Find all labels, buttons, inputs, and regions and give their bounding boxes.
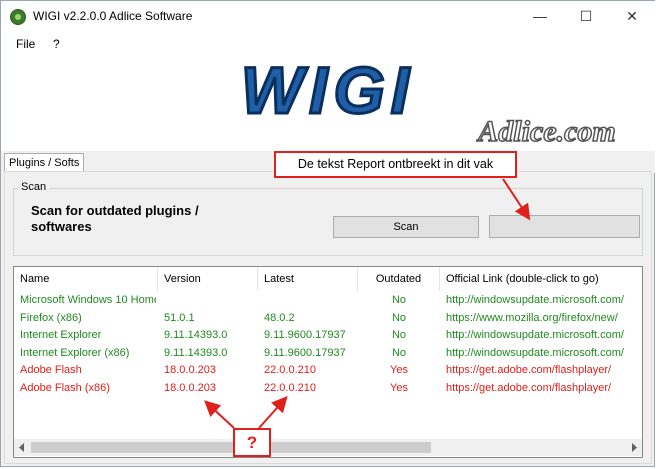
cell-version: 9.11.14393.0 xyxy=(164,346,228,359)
cell-latest: 9.11.9600.17937 xyxy=(264,329,346,341)
cell-outdated: No xyxy=(391,311,407,324)
menu-file[interactable]: File xyxy=(16,37,35,51)
table-row[interactable]: Firefox (x86) 51.0.1 48.0.2 No https://www.m… xyxy=(14,310,642,327)
cell-outdated: Yes xyxy=(390,381,408,394)
annotation-question-mark: ? xyxy=(233,428,271,457)
app-icon xyxy=(10,9,26,25)
banner-logo: WIGI Adlice.com xyxy=(239,52,616,149)
table-row[interactable]: Adobe Flash 18.0.0.203 22.0.0.210 Yes https:… xyxy=(14,362,642,379)
column-header-name[interactable]: Name xyxy=(14,267,158,291)
table-row[interactable]: Adobe Flash (x86) 18.0.0.203 22.0.0.210 Yes… xyxy=(14,380,642,397)
report-button[interactable] xyxy=(489,215,640,238)
table-row[interactable]: Internet Explorer (x86) 9.11.14393.0 9.11.… xyxy=(14,345,642,362)
cell-name: Microsoft Windows 10 Home xyxy=(20,294,156,306)
cell-link[interactable]: https://www.mozilla.org/firefox/new/ xyxy=(446,310,642,327)
cell-latest: 22.0.0.210 xyxy=(264,381,316,394)
cell-link[interactable]: https://get.adobe.com/flashplayer/ xyxy=(446,362,642,379)
scroll-right-icon[interactable] xyxy=(625,439,642,456)
cell-link[interactable]: http://windowsupdate.microsoft.com/ xyxy=(446,345,642,362)
cell-version: 18.0.0.203 xyxy=(164,364,216,376)
cell-outdated: Yes xyxy=(390,364,408,376)
plugins-list[interactable]: Name Version Latest Outdated Official Li… xyxy=(13,266,643,458)
table-row[interactable]: Microsoft Windows 10 Home No http://window… xyxy=(14,292,642,309)
cell-version: 51.0.1 xyxy=(164,311,195,324)
cell-name: Firefox (x86) xyxy=(20,311,82,324)
banner: WIGI Adlice.com xyxy=(1,52,655,151)
close-button[interactable]: ✕ xyxy=(609,1,655,31)
title-bar[interactable]: WIGI v2.2.0.0 Adlice Software — ☐ ✕ xyxy=(1,1,655,32)
adlice-brand-text: Adlice.com xyxy=(476,115,615,148)
minimize-button[interactable]: — xyxy=(517,1,563,31)
horizontal-scrollbar[interactable] xyxy=(14,439,642,456)
app-window: WIGI v2.2.0.0 Adlice Software — ☐ ✕ File… xyxy=(0,0,655,467)
menu-bar: File ? xyxy=(1,32,655,55)
scrollbar-thumb[interactable] xyxy=(31,442,431,453)
cell-version: 9.11.14393.0 xyxy=(164,329,228,341)
column-header-latest[interactable]: Latest xyxy=(258,267,358,291)
cell-outdated: No xyxy=(391,346,407,359)
cell-latest: 22.0.0.210 xyxy=(264,364,316,376)
cell-outdated: No xyxy=(391,329,407,341)
cell-latest: 9.11.9600.17937 xyxy=(264,346,346,359)
cell-version: 18.0.0.203 xyxy=(164,381,216,394)
scan-group-label: Scan xyxy=(18,181,50,193)
column-header-link[interactable]: Official Link (double-click to go) xyxy=(440,267,642,291)
maximize-button[interactable]: ☐ xyxy=(563,1,609,31)
cell-name: Adobe Flash xyxy=(20,364,82,376)
cell-outdated: No xyxy=(391,294,407,306)
scan-description: Scan for outdated plugins / softwares xyxy=(31,203,199,234)
column-header-version[interactable]: Version xyxy=(158,267,258,291)
column-header-outdated[interactable]: Outdated xyxy=(358,267,440,291)
cell-name: Internet Explorer (x86) xyxy=(20,346,130,359)
cell-latest: 48.0.2 xyxy=(264,311,295,324)
menu-help[interactable]: ? xyxy=(53,37,60,51)
table-row[interactable]: Internet Explorer 9.11.14393.0 9.11.9600.1… xyxy=(14,327,642,344)
tab-plugins-softs[interactable]: Plugins / Softs xyxy=(4,153,85,172)
cell-name: Internet Explorer xyxy=(20,329,102,341)
cell-link[interactable]: http://windowsupdate.microsoft.com/ xyxy=(446,292,642,309)
cell-name: Adobe Flash (x86) xyxy=(20,381,110,394)
window-title: WIGI v2.2.0.0 Adlice Software xyxy=(33,9,193,23)
wigi-logo-text: WIGI xyxy=(241,55,415,127)
scroll-left-icon[interactable] xyxy=(14,439,31,456)
cell-link[interactable]: http://windowsupdate.microsoft.com/ xyxy=(446,327,642,344)
cell-link[interactable]: https://get.adobe.com/flashplayer/ xyxy=(446,380,642,397)
annotation-report-note: De tekst Report ontbreekt in dit vak xyxy=(274,151,517,178)
scan-button[interactable]: Scan xyxy=(333,216,479,238)
